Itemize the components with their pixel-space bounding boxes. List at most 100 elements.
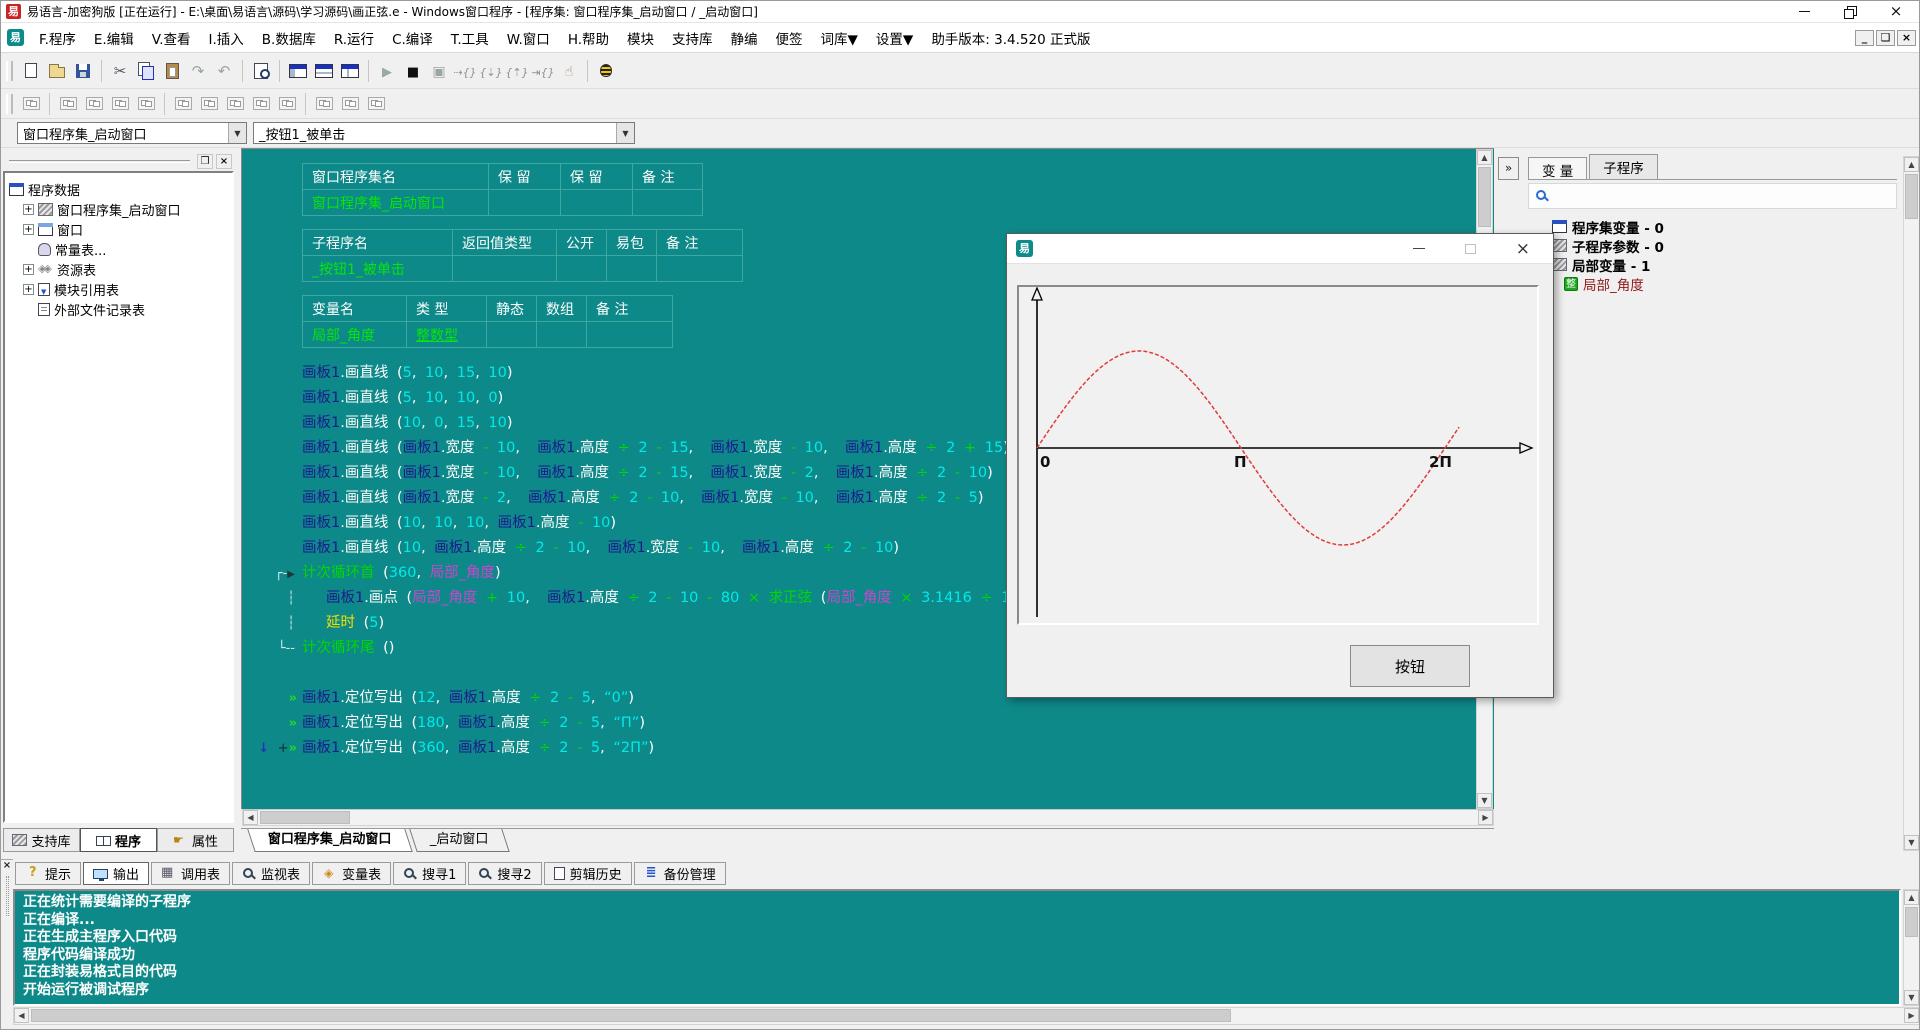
- output-console[interactable]: 正在统计需要编译的子程序正在编译...正在生成主程序入口代码程序代码编译成功正在…: [13, 889, 1901, 1006]
- menu-item[interactable]: T.工具: [442, 28, 498, 48]
- variable-tree-item[interactable]: 整局部_角度: [1552, 274, 1897, 293]
- scroll-down-icon[interactable]: ▼: [1904, 835, 1919, 850]
- stop-button[interactable]: [400, 58, 426, 84]
- close-button[interactable]: ×: [1873, 1, 1919, 22]
- space-vert-button[interactable]: [248, 91, 274, 117]
- paste-button[interactable]: [159, 58, 185, 84]
- expand-plus-icon[interactable]: +: [23, 224, 34, 235]
- scroll-up-icon[interactable]: ▲: [1904, 157, 1919, 172]
- maximize-icon[interactable]: [1465, 244, 1476, 254]
- win-tile-horz-button[interactable]: [311, 58, 337, 84]
- menu-item[interactable]: H.帮助: [559, 28, 618, 48]
- variable-search-box[interactable]: [1528, 183, 1897, 209]
- scroll-thumb[interactable]: [1478, 167, 1491, 227]
- tab-剪辑历史[interactable]: 剪辑历史: [544, 862, 632, 885]
- tree-item[interactable]: +模块引用表: [7, 279, 230, 299]
- menu-item[interactable]: C.编译: [383, 28, 442, 48]
- scroll-right-icon[interactable]: ▶: [1478, 810, 1493, 825]
- step-out-button[interactable]: [504, 58, 530, 84]
- debug-window-button[interactable]: [426, 58, 452, 84]
- align-top-button[interactable]: [107, 91, 133, 117]
- file-tab-窗口程序集_启动窗口[interactable]: 窗口程序集_启动窗口: [247, 829, 412, 852]
- subroutine-combobox[interactable]: _按钮1_被单击 ▼: [253, 122, 635, 144]
- restore-button[interactable]: [1827, 1, 1873, 22]
- scroll-down-icon[interactable]: ▼: [1477, 793, 1492, 808]
- tree-item[interactable]: 外部文件记录表: [7, 299, 230, 319]
- menu-item[interactable]: 设置▼: [867, 28, 922, 48]
- run-button[interactable]: [374, 58, 400, 84]
- tab-调用表[interactable]: 调用表: [151, 862, 230, 885]
- fit-all-button[interactable]: [363, 91, 389, 117]
- menu-item[interactable]: B.数据库: [253, 28, 325, 48]
- tree-item[interactable]: +窗口程序集_启动窗口: [7, 199, 230, 219]
- tab-程序[interactable]: 程序: [80, 828, 157, 852]
- mdi-restore-button[interactable]: ❏: [1876, 30, 1895, 46]
- step-into-button[interactable]: [478, 58, 504, 84]
- tab-搜寻2[interactable]: 搜寻2: [468, 862, 541, 885]
- output-vertical-scrollbar[interactable]: ▲ ▼: [1903, 889, 1920, 1006]
- variable-tree-item[interactable]: 局部变量 - 1: [1552, 255, 1897, 274]
- menu-item[interactable]: 静编: [722, 28, 767, 48]
- menu-item[interactable]: R.运行: [325, 28, 383, 48]
- open-button[interactable]: [44, 58, 70, 84]
- menu-item[interactable]: 词库▼: [812, 28, 867, 48]
- tab-输出[interactable]: 输出: [83, 862, 149, 885]
- scroll-left-icon[interactable]: ◀: [14, 1008, 29, 1023]
- tab-提示[interactable]: 提示: [15, 862, 81, 885]
- scroll-thumb[interactable]: [31, 1009, 1231, 1022]
- close-panel-icon[interactable]: ×: [1, 860, 13, 872]
- same-height-button[interactable]: [311, 91, 337, 117]
- tab-子程序[interactable]: 子程序: [1589, 154, 1658, 179]
- scroll-thumb[interactable]: [260, 811, 350, 824]
- menu-item[interactable]: W.窗口: [498, 28, 559, 48]
- pause-button[interactable]: [556, 58, 582, 84]
- new-button[interactable]: [18, 58, 44, 84]
- center-vert-button[interactable]: [196, 91, 222, 117]
- panel-collapse-button[interactable]: »: [1498, 157, 1519, 180]
- undo-button[interactable]: [211, 58, 237, 84]
- close-icon[interactable]: ×: [1516, 239, 1530, 259]
- cut-button[interactable]: [107, 58, 133, 84]
- tree-item[interactable]: +资源表: [7, 259, 230, 279]
- scroll-thumb[interactable]: [1905, 907, 1918, 937]
- tree-item[interactable]: +窗口: [7, 219, 230, 239]
- toolbar-grip[interactable]: [6, 94, 13, 114]
- mdi-close-button[interactable]: ×: [1897, 30, 1916, 46]
- editor-horizontal-scrollbar[interactable]: ◀ ▶: [242, 809, 1494, 826]
- scroll-down-icon[interactable]: ▼: [1904, 990, 1919, 1005]
- tab-监视表[interactable]: 监视表: [232, 862, 310, 885]
- tree-item[interactable]: 常量表...: [7, 239, 230, 259]
- panel-maximize-button[interactable]: ❒: [197, 154, 213, 169]
- redo-button[interactable]: [185, 58, 211, 84]
- align-bottom-button[interactable]: [133, 91, 159, 117]
- assembly-combobox[interactable]: 窗口程序集_启动窗口 ▼: [17, 122, 247, 144]
- tab-属性[interactable]: 属性: [157, 828, 234, 852]
- panel-close-button[interactable]: ×: [216, 154, 232, 169]
- align-right-button[interactable]: [81, 91, 107, 117]
- panel-drag-handle[interactable]: [6, 876, 9, 916]
- menu-item[interactable]: 支持库: [663, 28, 722, 48]
- code-line[interactable]: »画板1.定位写出 (180, 画板1.高度 ÷ 2 - 5, “Π”): [242, 711, 1477, 736]
- variable-tree-item[interactable]: 子程序参数 - 0: [1552, 236, 1897, 255]
- right-panel-scrollbar[interactable]: ▲ ▼: [1903, 156, 1920, 851]
- grid-button[interactable]: [18, 91, 44, 117]
- expand-plus-icon[interactable]: +: [23, 204, 34, 215]
- tab-搜寻1[interactable]: 搜寻1: [393, 862, 466, 885]
- step-over-button[interactable]: [452, 58, 478, 84]
- run-to-cursor-button[interactable]: [530, 58, 556, 84]
- minimize-button[interactable]: [1781, 1, 1827, 22]
- chevron-down-icon[interactable]: ▼: [616, 123, 634, 143]
- win-cascade-button[interactable]: [337, 58, 363, 84]
- expand-plus-icon[interactable]: +: [23, 284, 34, 295]
- tab-变量[interactable]: 变 量: [1528, 157, 1587, 179]
- output-horizontal-scrollbar[interactable]: ◀ ▶: [13, 1007, 1920, 1025]
- win-tile-vert-button[interactable]: [285, 58, 311, 84]
- minimize-icon[interactable]: [1413, 248, 1425, 249]
- menu-item[interactable]: 便签: [767, 28, 812, 48]
- tab-备份管理[interactable]: 备份管理: [634, 862, 726, 885]
- scroll-right-icon[interactable]: ▶: [1904, 1008, 1919, 1023]
- scroll-thumb[interactable]: [1905, 174, 1918, 219]
- menu-item[interactable]: F.程序: [30, 28, 85, 48]
- code-line[interactable]: ↓ +»画板1.定位写出 (360, 画板1.高度 ÷ 2 - 5, “2Π”): [242, 736, 1477, 761]
- toolbar-grip[interactable]: [6, 61, 13, 81]
